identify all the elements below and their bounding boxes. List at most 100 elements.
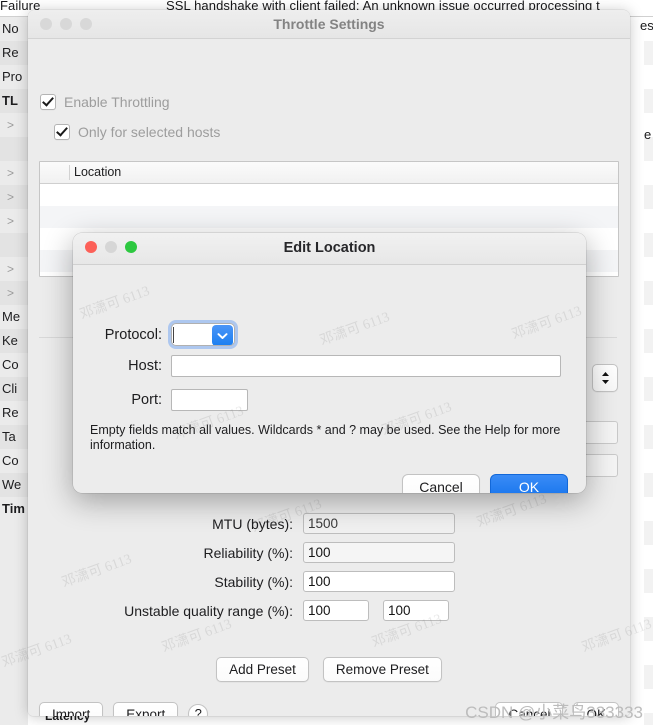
sidebar-item-9[interactable] [0,233,28,257]
background-row [644,569,653,593]
sidebar-item-3[interactable]: TL [0,89,28,113]
port-input[interactable] [171,389,248,411]
edit-location-cancel-button[interactable]: Cancel [402,474,480,493]
enable-throttling-checkbox-row[interactable]: Enable Throttling [40,94,170,110]
background-row [644,41,653,65]
table-row[interactable] [40,184,618,206]
edit-location-ok-button[interactable]: OK [490,474,568,493]
background-row [644,377,653,401]
only-selected-hosts-label: Only for selected hosts [78,124,221,140]
sidebar-item-19[interactable]: We [0,473,28,497]
remove-preset-button[interactable]: Remove Preset [322,657,442,682]
edit-location-title: Edit Location [283,240,376,256]
help-icon[interactable]: ? [188,704,209,716]
enable-throttling-label: Enable Throttling [64,94,170,110]
throttle-window-title: Throttle Settings [273,16,385,32]
background-row [644,233,653,257]
unstable-quality-range-row: Unstable quality range (%): 100 100 [28,596,630,625]
sidebar-item-5[interactable] [0,137,28,161]
edit-location-help-text: Empty fields match all values. Wildcards… [90,423,561,452]
sidebar-item-2[interactable]: Pro [0,65,28,89]
background-row [644,329,653,353]
background-row [644,689,653,713]
reliability-row: Reliability (%): 100 [28,538,630,567]
port-row: Port: [81,389,248,411]
protocol-row: Protocol: [81,323,235,346]
add-preset-button[interactable]: Add Preset [216,657,309,682]
sidebar-item-18[interactable]: Co [0,449,28,473]
export-button[interactable]: Export [113,701,179,716]
edit-location-titlebar[interactable]: Edit Location [73,233,586,265]
sidebar-item-6-disclosure[interactable]: > [0,161,28,185]
throttle-form: MTU (bytes): 1500 Reliability (%): 100 S… [28,509,630,625]
column-separator [69,165,70,180]
sidebar-item-13[interactable]: Ke [0,329,28,353]
sidebar-item-1[interactable]: Re [0,41,28,65]
sidebar-item-10-disclosure[interactable]: > [0,257,28,281]
mtu-input[interactable]: 1500 [303,513,455,534]
background-row [644,617,653,641]
background-row [644,425,653,449]
sidebar-item-14[interactable]: Co [0,353,28,377]
location-column-header[interactable]: Location [74,162,121,183]
stability-label: Stability (%): [214,573,293,590]
sidebar-item-16[interactable]: Re [0,401,28,425]
background-row [644,521,653,545]
throttle-cancel-button[interactable]: Cancel [495,701,564,716]
background-row [644,89,653,113]
throttle-titlebar[interactable]: Throttle Settings [28,10,630,39]
sidebar-item-4-disclosure[interactable]: > [0,113,28,137]
background-right-rows [644,17,653,725]
edit-location-button-bar: Cancel OK [402,474,568,493]
mtu-row: MTU (bytes): 1500 [28,509,630,538]
background-row [644,185,653,209]
background-row [644,497,653,521]
sidebar-item-17[interactable]: Ta [0,425,28,449]
host-row: Host: [81,355,561,377]
background-row [644,401,653,425]
sidebar-item-12[interactable]: Me [0,305,28,329]
only-selected-hosts-checkbox-row[interactable]: Only for selected hosts [54,124,220,140]
sidebar-item-8-disclosure[interactable]: > [0,209,28,233]
edit-location-dialog: Edit Location Protocol: Host: Port: Empt… [73,233,586,493]
throttle-ok-button[interactable]: OK [573,701,619,716]
location-table-header[interactable]: Location [40,162,618,184]
background-row [644,353,653,377]
background-row [644,593,653,617]
sidebar-item-0[interactable]: No [0,17,28,41]
sidebar-item-7-disclosure[interactable]: > [0,185,28,209]
stepper-up-down-icon [601,372,609,384]
chevron-down-icon[interactable] [212,325,233,345]
stability-row: Stability (%): 100 [28,567,630,596]
protocol-combobox[interactable] [171,323,235,346]
screenshot-root: Failure SSL handshake with client failed… [0,0,653,725]
edit-location-body: Protocol: Host: Port: Empty fields match… [73,265,586,493]
checkbox-icon[interactable] [40,94,56,110]
unstable-range-min-input[interactable]: 100 [303,600,369,621]
value-stepper[interactable] [592,364,618,392]
protocol-combobox-field[interactable] [171,323,235,346]
background-row [644,65,653,89]
background-row [644,305,653,329]
unstable-quality-range-label: Unstable quality range (%): [124,602,293,619]
background-clipped-text-2: e [644,127,652,142]
preset-button-bar: Add Preset Remove Preset [28,657,630,682]
sidebar-item-15[interactable]: Cli [0,377,28,401]
background-row [644,449,653,473]
sidebar-item-20[interactable]: Tim [0,497,28,521]
stability-input[interactable]: 100 [303,571,455,592]
background-row [644,257,653,281]
reliability-input[interactable]: 100 [303,542,455,563]
background-clipped-text-1: es [640,18,653,33]
background-sidebar[interactable]: No Re Pro TL > > > > > > Me Ke Co Cli Re… [0,17,28,725]
port-label: Port: [131,392,162,408]
sidebar-item-11-disclosure[interactable]: > [0,281,28,305]
host-input[interactable] [171,355,561,377]
checkbox-icon[interactable] [54,124,70,140]
unstable-range-max-input[interactable]: 100 [383,600,449,621]
table-row[interactable] [40,206,618,228]
protocol-label: Protocol: [104,326,162,343]
background-row [644,161,653,185]
background-row [644,665,653,689]
import-button[interactable]: Import [39,701,104,716]
